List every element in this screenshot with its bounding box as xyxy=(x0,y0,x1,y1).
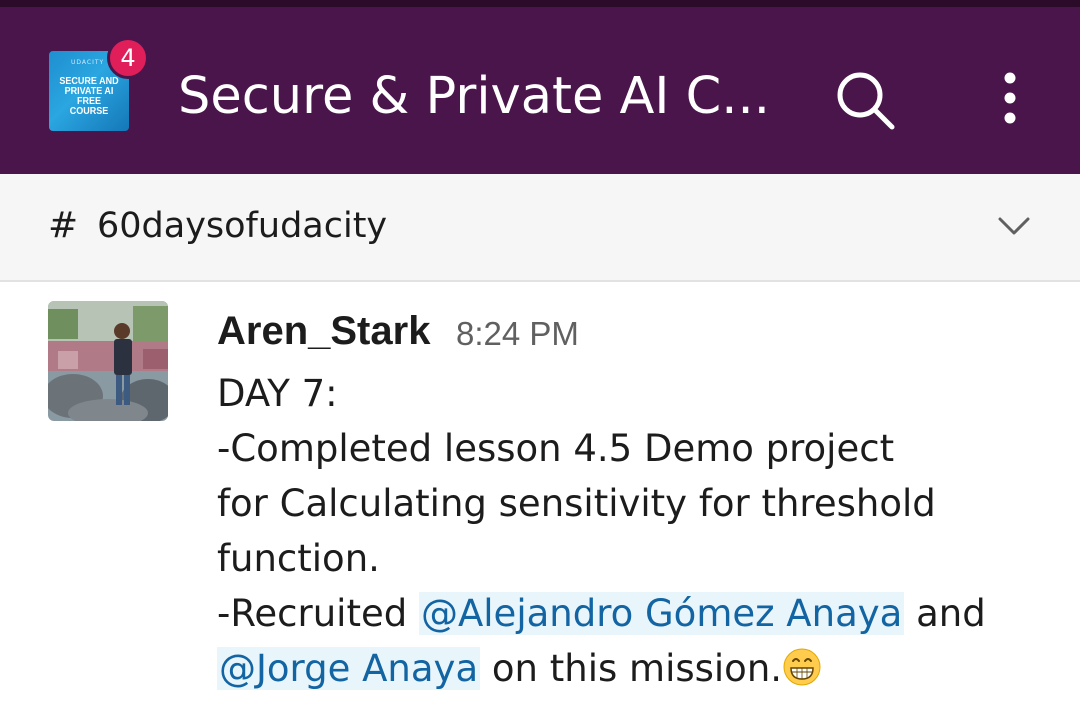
message-line: function. xyxy=(217,537,380,580)
message-body: DAY 7: -Completed lesson 4.5 Demo projec… xyxy=(217,366,1057,696)
chevron-down-icon[interactable] xyxy=(996,214,1032,238)
message-line: for Calculating sensitivity for threshol… xyxy=(217,482,936,525)
more-options-button[interactable] xyxy=(990,65,1030,135)
message-line: @Jorge Anaya on this mission. xyxy=(217,641,1057,696)
notification-badge: 4 xyxy=(107,37,149,79)
message-timestamp: 8:24 PM xyxy=(456,315,579,352)
search-button[interactable] xyxy=(830,65,900,135)
message-line: DAY 7: xyxy=(217,372,338,415)
grinning-face-icon xyxy=(783,648,821,686)
channel-header[interactable]: # 60daysofudacity xyxy=(0,174,1080,282)
channel-name: 60daysofudacity xyxy=(97,206,388,246)
workspace-title[interactable]: Secure & Private AI C... xyxy=(178,67,770,127)
message-author[interactable]: Aren_Stark xyxy=(217,306,430,356)
avatar[interactable] xyxy=(48,301,168,421)
message-text: and xyxy=(904,592,986,635)
logo-mark: UDACITY xyxy=(71,59,105,66)
search-icon xyxy=(837,72,895,130)
user-mention[interactable]: @Alejandro Gómez Anaya xyxy=(418,592,905,635)
message-text: on this mission. xyxy=(480,647,783,690)
workspace-logo-text: SECURE AND PRIVATE AI FREE COURSE xyxy=(59,76,119,117)
more-vertical-icon xyxy=(1004,72,1016,124)
user-mention[interactable]: @Jorge Anaya xyxy=(217,647,481,690)
app-header: UDACITY SECURE AND PRIVATE AI FREE COURS… xyxy=(0,7,1080,174)
message-text: -Recruited xyxy=(217,592,419,635)
message-line: -Completed lesson 4.5 Demo project xyxy=(217,427,895,470)
message-line: -Recruited @Alejandro Gómez Anaya and xyxy=(217,586,1057,641)
avatar-photo xyxy=(48,301,168,421)
status-strip xyxy=(0,0,1080,7)
channel-hash-icon: # xyxy=(48,205,79,246)
